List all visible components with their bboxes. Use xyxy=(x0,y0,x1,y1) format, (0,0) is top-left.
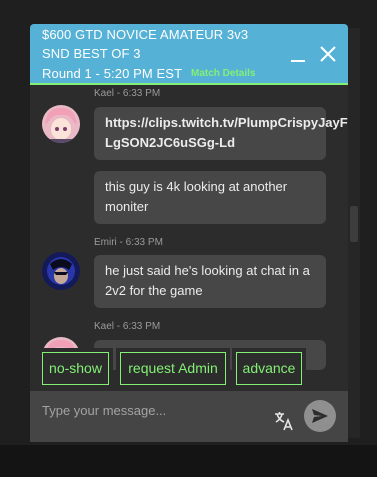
match-chat-widget: $600 GTD NOVICE AMATEUR 3v3 SND BEST OF … xyxy=(30,24,348,442)
avatar xyxy=(42,252,80,290)
minimize-icon[interactable] xyxy=(288,46,308,66)
message-bubble: this guy is 4k looking at another monite… xyxy=(94,171,326,224)
page-scrollbar[interactable] xyxy=(348,28,360,438)
no-show-button[interactable]: no-show xyxy=(38,348,113,389)
avatar xyxy=(42,105,80,143)
advance-button[interactable]: advance xyxy=(232,348,306,389)
message-sender: Kael - 6:33 PM xyxy=(94,321,161,332)
message-list[interactable]: Kael - 6:33 PM https://clips.twitch.tv/P… xyxy=(30,87,348,374)
chat-header: $600 GTD NOVICE AMATEUR 3v3 SND BEST OF … xyxy=(30,24,348,85)
message-bubble: he just said he's looking at chat in a 2… xyxy=(94,255,326,308)
send-button[interactable] xyxy=(304,400,336,432)
send-icon xyxy=(312,409,328,423)
request-admin-button[interactable]: request Admin xyxy=(116,348,230,389)
match-details-link[interactable]: Match Details xyxy=(191,68,255,79)
background-bottom-bar xyxy=(0,445,377,477)
admin-action-bar: no-show request Admin advance xyxy=(30,347,348,391)
message-composer xyxy=(30,391,348,442)
translate-icon[interactable] xyxy=(273,410,295,432)
message-sender: Kael - 6:33 PM xyxy=(94,88,161,99)
message-sender: Emiri - 6:33 PM xyxy=(94,237,163,248)
page-scrollbar-thumb[interactable] xyxy=(350,206,358,242)
match-format: SND BEST OF 3 xyxy=(42,46,141,61)
message-input[interactable] xyxy=(30,391,270,442)
match-title: $600 GTD NOVICE AMATEUR 3v3 xyxy=(42,27,249,42)
round-time: Round 1 - 5:20 PM EST xyxy=(42,66,183,81)
message-bubble[interactable]: https://clips.twitch.tv/PlumpCrispyJayF l… xyxy=(94,107,348,160)
close-icon[interactable] xyxy=(317,43,339,65)
